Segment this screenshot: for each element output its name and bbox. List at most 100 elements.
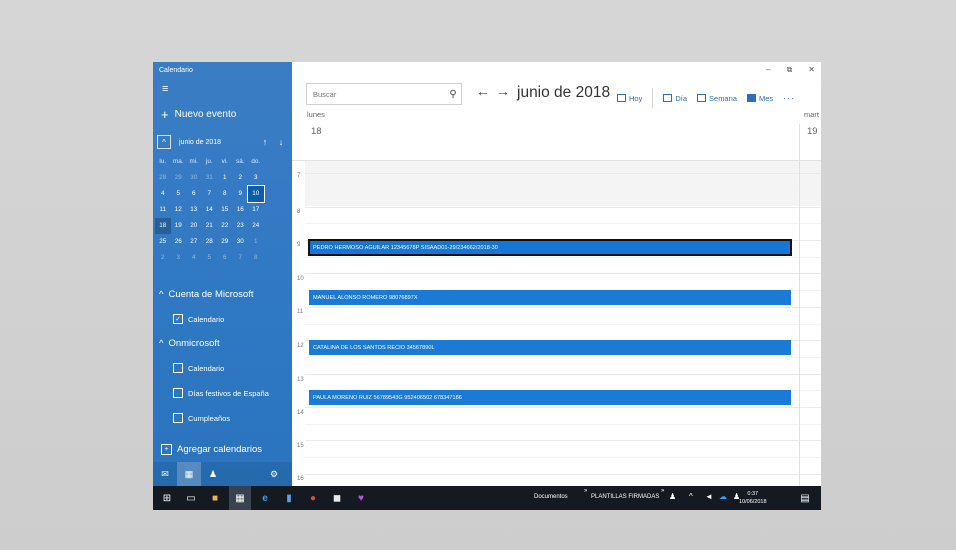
mini-calendar-day[interactable]: 11	[155, 202, 171, 218]
mini-calendar-day[interactable]: 26	[171, 234, 187, 250]
mini-calendar-day[interactable]: 24	[248, 218, 264, 234]
new-event-button[interactable]: + Nuevo evento	[161, 108, 236, 121]
account-microsoft-header[interactable]: ^ Cuenta de Microsoft	[159, 289, 253, 300]
mini-calendar-day[interactable]: 25	[155, 234, 171, 250]
action-center-icon[interactable]: ▤	[797, 490, 813, 506]
more-options-button[interactable]: ···	[783, 93, 795, 103]
people-icon[interactable]: ♟	[201, 462, 225, 486]
today-button[interactable]: Hoy	[617, 94, 642, 103]
mini-calendar-day[interactable]: 31	[202, 170, 218, 186]
mini-calendar-day[interactable]: 7	[233, 250, 249, 266]
edge-browser-icon[interactable]: e	[257, 490, 273, 506]
checkbox-checked-icon[interactable]: ✓	[173, 314, 183, 324]
word-document-icon[interactable]: ▮	[281, 490, 297, 506]
toolbar-plantillas[interactable]: PLANTILLAS FIRMADAS	[591, 494, 659, 500]
mini-calendar-day[interactable]: 17	[248, 202, 264, 218]
calendar-icon[interactable]: ▦	[177, 462, 201, 486]
hamburger-menu-icon[interactable]: ≡	[162, 84, 168, 95]
onedrive-cloud-icon[interactable]: ☁	[719, 492, 727, 501]
next-arrow-icon[interactable]: →	[496, 83, 510, 99]
mini-calendar-day[interactable]: 16	[233, 202, 249, 218]
collapse-chevron-icon[interactable]: ^	[157, 135, 171, 149]
mini-calendar-day[interactable]: 14	[202, 202, 218, 218]
search-input[interactable]	[307, 88, 445, 100]
checkbox-icon[interactable]	[173, 363, 183, 373]
mini-calendar-day[interactable]: 6	[186, 186, 202, 202]
calendar-toggle[interactable]: Calendario	[173, 363, 224, 373]
mini-calendar-day[interactable]: 20	[186, 218, 202, 234]
mini-calendar-day[interactable]: 4	[155, 186, 171, 202]
restore-icon[interactable]: ⧉	[787, 65, 793, 75]
mini-calendar-day[interactable]: 22	[217, 218, 233, 234]
mini-calendar-day[interactable]: 29	[217, 234, 233, 250]
next-month-arrow-icon[interactable]: ↓	[273, 137, 289, 147]
mini-calendar-day[interactable]: 3	[171, 250, 187, 266]
start-windows-icon[interactable]: ⊞	[159, 490, 175, 506]
next-day-column-date[interactable]: 19	[807, 126, 818, 137]
mini-calendar-day[interactable]: 9	[233, 186, 249, 202]
file-explorer-icon[interactable]: ■	[207, 490, 223, 506]
paint-app-icon[interactable]: ♥	[353, 490, 369, 506]
mini-calendar-day[interactable]: 29	[171, 170, 187, 186]
mini-calendar-day-selected[interactable]: 18	[155, 218, 171, 234]
mini-calendar-day[interactable]: 5	[171, 186, 187, 202]
calendar-event[interactable]: CATALINA DE LOS SANTOS RECIO 34567890L	[309, 340, 791, 355]
mini-calendar-month[interactable]: junio de 2018	[179, 139, 257, 146]
add-calendars-button[interactable]: + Agregar calendarios	[161, 444, 262, 455]
checkbox-icon[interactable]	[173, 388, 183, 398]
task-view-icon[interactable]: ▭	[183, 490, 199, 506]
chrome-browser-icon[interactable]: ●	[305, 490, 321, 506]
mini-calendar-day-today[interactable]: 10	[247, 185, 265, 203]
calendar-toggle[interactable]: Cumpleaños	[173, 413, 230, 423]
mini-calendar-day[interactable]: 2	[155, 250, 171, 266]
calendar-event[interactable]: PEDRO HERMOSO AGUILAR 12345678P SISAAD01…	[308, 239, 792, 256]
sticky-notes-icon[interactable]: ◼	[329, 490, 345, 506]
week-view-button[interactable]: Semana	[697, 94, 737, 103]
mini-calendar-day[interactable]: 3	[248, 170, 264, 186]
people-tray-icon[interactable]: ♟	[669, 492, 676, 501]
mini-calendar-day[interactable]: 27	[186, 234, 202, 250]
gear-icon[interactable]: ⚙	[262, 462, 286, 486]
calendar-toggle[interactable]: ✓ Calendario	[173, 314, 224, 324]
previous-arrow-icon[interactable]: ←	[476, 83, 490, 99]
mini-calendar-day[interactable]: 5	[202, 250, 218, 266]
mini-calendar-day[interactable]: 15	[217, 202, 233, 218]
calendar-toggle[interactable]: Días festivos de España	[173, 388, 269, 398]
mini-calendar-day[interactable]: 30	[186, 170, 202, 186]
mini-calendar-day[interactable]: 28	[202, 234, 218, 250]
mini-calendar-day[interactable]: 23	[233, 218, 249, 234]
mini-calendar-day[interactable]: 8	[248, 250, 264, 266]
previous-month-arrow-icon[interactable]: ↑	[257, 137, 273, 147]
current-period-title[interactable]: junio de 2018	[517, 84, 610, 102]
calendar-event[interactable]: PAULA MORENO RUIZ 56789543G 952406502 67…	[309, 390, 791, 405]
mini-calendar-day[interactable]: 21	[202, 218, 218, 234]
month-view-button[interactable]: Mes	[746, 94, 773, 103]
mail-icon[interactable]: ✉	[153, 462, 177, 486]
calendar-event[interactable]: MANUEL ALONSO ROMERO 98076897X	[309, 290, 791, 305]
checkbox-icon[interactable]	[173, 413, 183, 423]
mini-calendar-day[interactable]: 1	[217, 170, 233, 186]
minimize-icon[interactable]: –	[766, 65, 770, 75]
mini-calendar-day[interactable]: 28	[155, 170, 171, 186]
mini-calendar-day[interactable]: 4	[186, 250, 202, 266]
mini-calendar-day[interactable]: 6	[217, 250, 233, 266]
mini-calendar-day[interactable]: 12	[171, 202, 187, 218]
mini-calendar-day[interactable]: 30	[233, 234, 249, 250]
mini-calendar-day[interactable]: 7	[202, 186, 218, 202]
day-view-button[interactable]: Día	[663, 94, 687, 103]
mini-calendar-day[interactable]: 1	[248, 234, 264, 250]
search-icon[interactable]: ⚲	[445, 89, 461, 100]
mini-calendar-day[interactable]: 2	[233, 170, 249, 186]
taskbar-clock[interactable]: 0:37 10/06/2018	[739, 490, 767, 506]
show-hidden-icons-chevron[interactable]: ^	[689, 492, 693, 501]
calendar-app-icon[interactable]: ▦	[229, 486, 251, 510]
mini-calendar-day[interactable]: 13	[186, 202, 202, 218]
close-icon[interactable]: ✕	[808, 65, 815, 75]
mini-calendar-day[interactable]: 19	[171, 218, 187, 234]
account-onmicrosoft-header[interactable]: ^ Onmicrosoft	[159, 338, 220, 349]
toolbar-documentos[interactable]: Documentos	[534, 494, 568, 500]
expand-chevron-icon[interactable]: »	[584, 488, 587, 494]
volume-icon[interactable]: ◄	[705, 492, 713, 501]
mini-calendar-day[interactable]: 8	[217, 186, 233, 202]
expand-chevron-icon[interactable]: »	[661, 488, 664, 494]
